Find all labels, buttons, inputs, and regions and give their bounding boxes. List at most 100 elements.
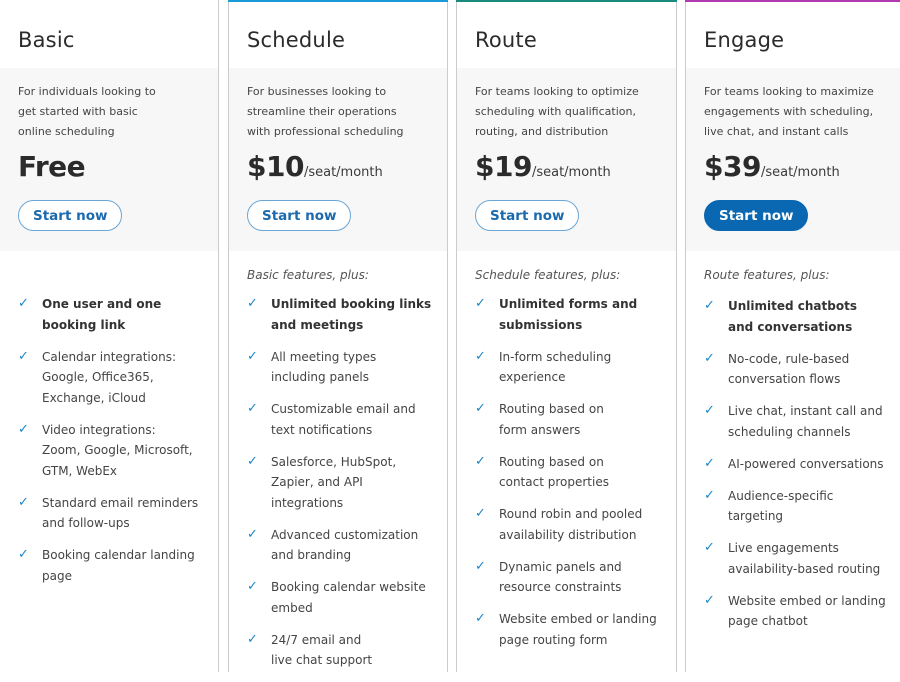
check-icon: ✓ [475, 611, 486, 626]
check-icon: ✓ [704, 403, 715, 418]
feature-text: Routing based on contact properties [499, 454, 609, 490]
feature-item: ✓ All meeting types including panels [247, 347, 439, 388]
plan-accent-bar [456, 0, 677, 2]
plan-accent-bar [685, 0, 900, 2]
plan-title: Route [475, 28, 537, 52]
price-amount: Free [18, 150, 86, 183]
feature-item: ✓ Salesforce, HubSpot, Zapier, and API inte… [247, 452, 439, 514]
check-icon: ✓ [704, 540, 715, 555]
feature-text: Routing based on form answers [499, 402, 604, 437]
feature-item: ✓ Calendar integrations: Google, Office365… [18, 347, 210, 409]
feature-item: ✓ Standard email reminders and follow-ups [18, 493, 210, 534]
feature-text: Website embed or landing page chatbot [728, 593, 886, 629]
check-icon: ✓ [704, 298, 715, 313]
feature-text: Dynamic panels and resource constraints [499, 559, 622, 595]
check-icon: ✓ [475, 506, 486, 521]
plan-title: Basic [18, 28, 75, 52]
feature-item: ✓ AI-powered conversations [704, 454, 892, 475]
feature-text: Website embed or landing page routing for… [499, 612, 657, 647]
feature-item: ✓ Advanced customization and branding [247, 525, 439, 566]
price-amount: $10 [247, 150, 304, 183]
plan-summary: For teams looking to maximize engagement… [686, 68, 900, 251]
check-icon: ✓ [247, 296, 258, 311]
feature-text: Unlimited forms and submissions [499, 297, 638, 332]
feature-item: ✓ Unlimited forms and submissions [475, 294, 668, 335]
feature-item: ✓ Booking calendar website embed [247, 577, 439, 618]
check-icon: ✓ [18, 348, 29, 364]
feature-item: ✓ In-form scheduling experience [475, 347, 668, 388]
feature-item: ✓ Unlimited chatbots and conversations [704, 296, 892, 337]
start-now-button-basic[interactable]: Start now [18, 200, 123, 231]
feature-item: ✓ Video integrations: Zoom, Google, Micros… [18, 420, 210, 482]
check-icon: ✓ [475, 296, 486, 311]
feature-text: Advanced customization and branding [271, 527, 419, 563]
feature-item: ✓ Website embed or landing page chatbot [704, 591, 892, 632]
feature-text: Booking calendar landing page [42, 548, 195, 583]
feature-item: ✓ Live chat, instant call and scheduling c… [704, 401, 892, 442]
feature-item: ✓ Routing based on contact properties [475, 452, 668, 493]
feature-item: ✓ One user and one booking link [18, 294, 210, 335]
price-unit: /seat/month [760, 165, 840, 180]
feature-text: Salesforce, HubSpot, Zapier, and API integ… [271, 454, 397, 510]
plan-price: $10/seat/month [247, 150, 383, 183]
feature-list: ✓ Unlimited chatbots and conversations ✓ No-… [704, 296, 892, 643]
check-icon: ✓ [18, 547, 29, 562]
price-unit: /seat/month [303, 165, 383, 180]
check-icon: ✓ [704, 592, 715, 608]
check-icon: ✓ [247, 401, 258, 416]
plan-summary: For individuals looking to get started w… [0, 68, 218, 251]
feature-text: Customizable email and text notifications [271, 402, 416, 437]
start-now-button-route[interactable]: Start now [475, 200, 580, 231]
plan-card-basic: Basic For individuals looking to get sta… [0, 0, 219, 672]
price-amount: $39 [704, 150, 761, 183]
check-icon: ✓ [247, 526, 258, 542]
feature-item: ✓ Round robin and pooled availability dist… [475, 504, 668, 545]
feature-text: Booking calendar website embed [271, 580, 426, 615]
plan-summary: For teams looking to optimize scheduling… [457, 68, 676, 251]
plan-price: Free [18, 150, 86, 183]
feature-text: 24/7 email and live chat support [271, 632, 373, 668]
feature-list: ✓ Unlimited booking links and meetings ✓ All… [247, 294, 439, 682]
start-now-button-engage[interactable]: Start now [704, 200, 809, 231]
feature-item: ✓ Website embed or landing page routing fo… [475, 609, 668, 650]
check-icon: ✓ [18, 421, 29, 437]
feature-item: ✓ Unlimited booking links and meetings [247, 294, 439, 335]
check-icon: ✓ [18, 494, 29, 510]
check-icon: ✓ [704, 487, 715, 503]
feature-text: Video integrations: Zoom, Google, Microso… [42, 422, 193, 478]
plan-card-engage: Engage For teams looking to maximize eng… [685, 0, 900, 672]
feature-item: ✓ Audience-specific targeting [704, 486, 892, 527]
feature-item: ✓ No-code, rule-based conversation flows [704, 349, 892, 390]
features-intro: Basic features, plus: [247, 268, 369, 282]
plan-description: For individuals looking to get started w… [18, 85, 156, 138]
feature-item: ✓ Dynamic panels and resource constraints [475, 557, 668, 598]
check-icon: ✓ [247, 579, 258, 594]
feature-text: Unlimited chatbots and conversations [728, 299, 857, 334]
plan-accent-bar [228, 0, 448, 2]
features-intro: Schedule features, plus: [475, 268, 621, 282]
feature-text: One user and one booking link [42, 297, 162, 332]
check-icon: ✓ [475, 401, 486, 416]
start-now-button-schedule[interactable]: Start now [247, 200, 352, 231]
plan-price: $39/seat/month [704, 150, 840, 183]
feature-item: ✓ 24/7 email and live chat support [247, 630, 439, 671]
feature-text: Round robin and pooled availability distr… [499, 507, 643, 542]
plan-description: For teams looking to optimize scheduling… [475, 85, 639, 138]
feature-text: No-code, rule-based conversation flows [728, 351, 850, 387]
check-icon: ✓ [475, 453, 486, 469]
feature-text: Unlimited booking links and meetings [271, 297, 432, 332]
feature-text: Calendar integrations: Google, Office365,… [42, 349, 176, 405]
check-icon: ✓ [247, 453, 258, 469]
check-icon: ✓ [18, 296, 29, 311]
plan-card-route: Route For teams looking to optimize sche… [456, 0, 677, 672]
feature-list: ✓ Unlimited forms and submissions ✓ In-form … [475, 294, 668, 662]
feature-text: Standard email reminders and follow-ups [42, 495, 199, 531]
features-intro: Route features, plus: [704, 268, 830, 282]
plan-title: Engage [704, 28, 785, 52]
feature-text: Audience-specific targeting [728, 488, 834, 524]
feature-list: ✓ One user and one booking link ✓ Calendar i… [18, 294, 210, 598]
check-icon: ✓ [475, 558, 486, 574]
check-icon: ✓ [247, 631, 258, 647]
feature-item: ✓ Live engagements availability-based rout… [704, 538, 892, 579]
plan-description: For businesses looking to streamline the… [247, 85, 404, 138]
